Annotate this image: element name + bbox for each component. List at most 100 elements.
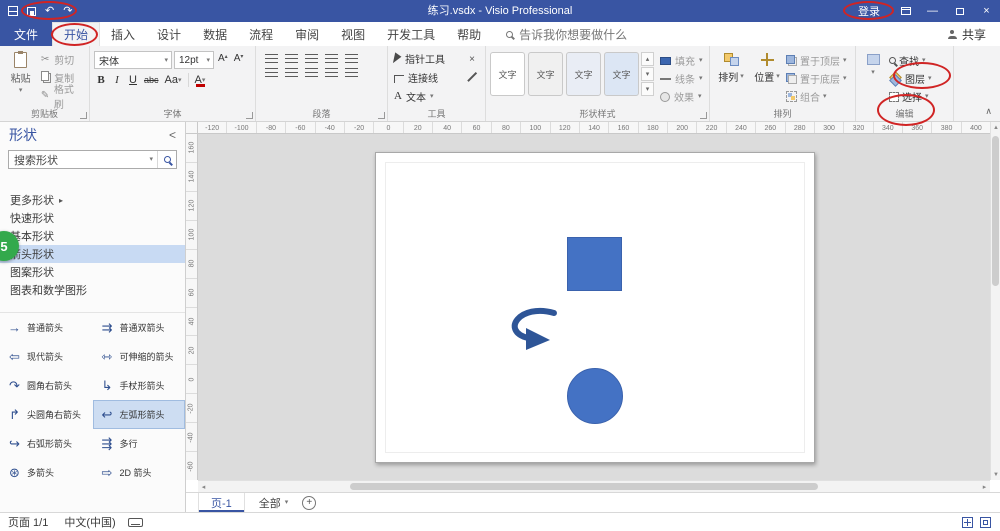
square-shape[interactable] (567, 237, 622, 291)
page-indicator[interactable]: 页面 1/1 (0, 514, 56, 530)
search-shapes-input[interactable]: 搜索形状 ▾ (8, 150, 177, 169)
all-pages-button[interactable]: 全部▾ (259, 495, 289, 511)
effects-button[interactable]: 效果▾ (660, 88, 703, 105)
ribbon-display-options-button[interactable] (892, 0, 919, 22)
layers-button[interactable]: 图层▾ (889, 70, 932, 87)
drawing-tools-button[interactable] (465, 70, 479, 84)
ribbon-tab-6[interactable]: 视图 (330, 22, 376, 46)
shape-style-preview-1[interactable]: 文字 (528, 52, 563, 96)
stencil-category-1[interactable]: 快速形状 (0, 209, 185, 227)
stencil-category-0[interactable]: 更多形状▸ (0, 191, 185, 209)
line-button[interactable]: 线条▾ (660, 70, 703, 87)
arrange-button[interactable]: 排列▾ (714, 49, 748, 105)
fit-page-button[interactable] (980, 517, 991, 528)
send-to-back-button[interactable]: 置于底层▾ (786, 70, 847, 87)
ribbon-tab-8[interactable]: 帮助 (446, 22, 492, 46)
vertical-scrollbar[interactable]: ▲ ▼ (990, 122, 1000, 480)
gallery-more-button[interactable]: ▾ (641, 82, 654, 96)
justify-button[interactable] (345, 54, 358, 63)
decrease-indent-button[interactable] (325, 68, 338, 77)
align-center-button[interactable] (305, 54, 318, 63)
find-button[interactable]: 查找▾ (889, 52, 932, 69)
circle-shape[interactable] (567, 368, 623, 424)
font-name-select[interactable]: 宋体▾ (94, 51, 172, 69)
increase-indent-button[interactable] (345, 68, 358, 77)
position-button[interactable]: 位置▾ (750, 49, 784, 105)
close-button[interactable]: × (973, 0, 1000, 22)
valign-top-button[interactable] (265, 68, 278, 77)
ribbon-tab-0[interactable]: 开始 (52, 22, 100, 46)
connection-point-button[interactable]: × (465, 52, 479, 66)
font-color-button[interactable]: A▾ (193, 71, 208, 89)
curved-arrow-shape[interactable] (498, 305, 560, 351)
ribbon-tab-5[interactable]: 审阅 (284, 22, 330, 46)
pan-zoom-button[interactable] (962, 517, 973, 528)
ribbon-tab-2[interactable]: 设计 (146, 22, 192, 46)
master-shape-7[interactable]: ↩左弧形箭头 (93, 400, 186, 429)
connector-button[interactable]: 连接线 (392, 68, 465, 86)
drawing-page[interactable] (375, 152, 815, 463)
shrink-font-button[interactable]: A▾ (232, 51, 246, 69)
master-shape-3[interactable]: ⇿可伸缩的箭头 (93, 342, 186, 371)
keyboard-icon[interactable] (128, 518, 143, 527)
vertical-scrollbar-thumb[interactable] (992, 136, 999, 286)
share-button[interactable]: 共享 (948, 22, 1000, 46)
ribbon-tab-7[interactable]: 开发工具 (376, 22, 446, 46)
change-shape-button[interactable]: ▾ (860, 49, 886, 105)
text-tool-button[interactable]: A文本▾ (392, 87, 465, 105)
bring-to-front-button[interactable]: 置于顶层▾ (786, 52, 847, 69)
stencil-category-2[interactable]: 基本形状 (0, 227, 185, 245)
horizontal-scrollbar[interactable]: ◂ ▸ (198, 480, 990, 492)
ribbon-tab-3[interactable]: 数据 (192, 22, 238, 46)
file-tab[interactable]: 文件 (0, 22, 52, 46)
shape-style-preview-2[interactable]: 文字 (566, 52, 601, 96)
bullet-list-button[interactable] (265, 54, 278, 63)
master-shape-5[interactable]: ↳手杖形箭头 (93, 371, 186, 400)
redo-button[interactable]: ↷ (63, 6, 72, 17)
stencil-category-4[interactable]: 图案形状 (0, 263, 185, 281)
scroll-up-button[interactable]: ▲ (991, 122, 1000, 133)
strikethrough-button[interactable]: abc (142, 71, 161, 89)
format-painter-button[interactable]: ✎格式刷 (37, 87, 85, 104)
ribbon-tab-1[interactable]: 插入 (100, 22, 146, 46)
tell-me-box[interactable]: 告诉我你想要做什么 (506, 22, 627, 46)
select-button[interactable]: 选择▾ (889, 88, 932, 105)
stencil-category-3[interactable]: 箭头形状 (0, 245, 185, 263)
language-indicator[interactable]: 中文(中国) (56, 514, 123, 530)
master-shape-0[interactable]: →普通箭头 (0, 313, 93, 342)
italic-button[interactable]: I (110, 71, 124, 89)
master-shape-10[interactable]: ⊛多箭头 (0, 458, 93, 487)
master-shape-2[interactable]: ⇦现代箭头 (0, 342, 93, 371)
login-button[interactable]: 登录 (846, 0, 892, 22)
horizontal-scrollbar-thumb[interactable] (350, 483, 818, 490)
underline-button[interactable]: U (126, 71, 140, 89)
font-size-select[interactable]: 12pt▾ (174, 51, 214, 69)
align-right-button[interactable] (325, 54, 338, 63)
app-menu-button[interactable] (8, 6, 18, 16)
gallery-down-button[interactable]: ▾ (641, 67, 654, 81)
master-shape-11[interactable]: ⇨2D 箭头 (93, 458, 186, 487)
shape-style-preview-0[interactable]: 文字 (490, 52, 525, 96)
save-button[interactable] (27, 7, 36, 16)
fill-button[interactable]: 填充▾ (660, 52, 703, 69)
master-shape-9[interactable]: ⇶多行 (93, 429, 186, 458)
maximize-button[interactable] (946, 0, 973, 22)
ribbon-tab-4[interactable]: 流程 (238, 22, 284, 46)
valign-bottom-button[interactable] (305, 68, 318, 77)
master-shape-8[interactable]: ↪右弧形箭头 (0, 429, 93, 458)
paste-button[interactable]: 粘贴 ▾ (4, 49, 37, 104)
page-tab[interactable]: 页-1 (198, 493, 245, 512)
grow-font-button[interactable]: A▴ (216, 51, 230, 69)
align-left-button[interactable] (285, 54, 298, 63)
collapse-ribbon-button[interactable]: ∧ (985, 106, 992, 117)
master-shape-1[interactable]: ⇉普通双箭头 (93, 313, 186, 342)
group-button[interactable]: 组合▾ (786, 88, 847, 105)
add-page-button[interactable]: + (302, 496, 316, 510)
valign-middle-button[interactable] (285, 68, 298, 77)
master-shape-4[interactable]: ↷圆角右箭头 (0, 371, 93, 400)
minimize-button[interactable]: — (919, 0, 946, 22)
scroll-right-button[interactable]: ▸ (979, 481, 990, 492)
search-go-button[interactable] (157, 151, 176, 168)
gallery-up-button[interactable]: ▴ (641, 52, 654, 66)
cut-button[interactable]: ✂剪切 (37, 51, 85, 68)
